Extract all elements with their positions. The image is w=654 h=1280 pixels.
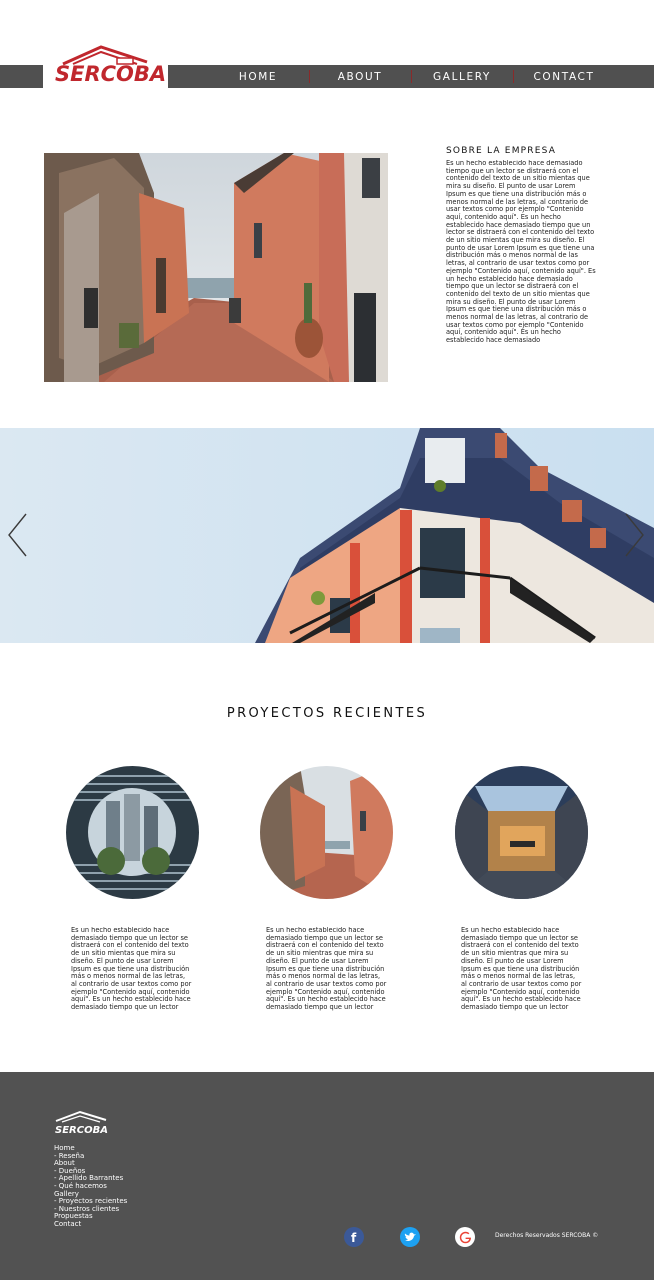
chevron-right-icon[interactable] [622, 512, 646, 558]
nav-home[interactable]: HOME [207, 65, 309, 88]
project-image-3[interactable] [455, 766, 588, 899]
facebook-icon[interactable]: f [344, 1227, 364, 1247]
about-text: Es un hecho establecido hace demasiado t… [446, 160, 596, 345]
project-text-3: Es un hecho establecido hace demasiado t… [461, 927, 582, 1012]
brand-logo[interactable]: SERCOBA [43, 40, 168, 90]
about-photo [44, 153, 388, 382]
project-image-2[interactable] [260, 766, 393, 899]
slider-image [0, 428, 654, 643]
copyright-text: Derechos Reservados SERCOBA © [495, 1232, 599, 1239]
nav-about[interactable]: ABOUT [309, 65, 411, 88]
brand-name: SERCOBA [55, 62, 167, 86]
nav-gallery[interactable]: GALLERY [411, 65, 513, 88]
svg-text:f: f [351, 1231, 357, 1244]
main-nav: HOME ABOUT GALLERY CONTACT [207, 65, 615, 88]
about-title: SOBRE LA EMPRESA [446, 146, 557, 156]
google-icon[interactable] [455, 1227, 475, 1247]
project-text-2: Es un hecho establecido hace demasiado t… [266, 927, 387, 1012]
footer-logo[interactable]: SERCOBA [54, 1110, 110, 1136]
project-text-1: Es un hecho establecido hace demasiado t… [71, 927, 192, 1012]
hero-slider[interactable] [0, 428, 654, 643]
chevron-left-icon[interactable] [6, 512, 30, 558]
nav-contact[interactable]: CONTACT [513, 65, 615, 88]
projects-title: PROYECTOS RECIENTES [226, 706, 428, 721]
footer-link-contact[interactable]: Contact [54, 1220, 127, 1229]
footer-brand-name: SERCOBA [55, 1125, 108, 1136]
twitter-icon[interactable] [400, 1227, 420, 1247]
project-image-1[interactable] [66, 766, 199, 899]
footer-menu: Home - Reseña About - Dueños - Apellido … [54, 1144, 127, 1229]
